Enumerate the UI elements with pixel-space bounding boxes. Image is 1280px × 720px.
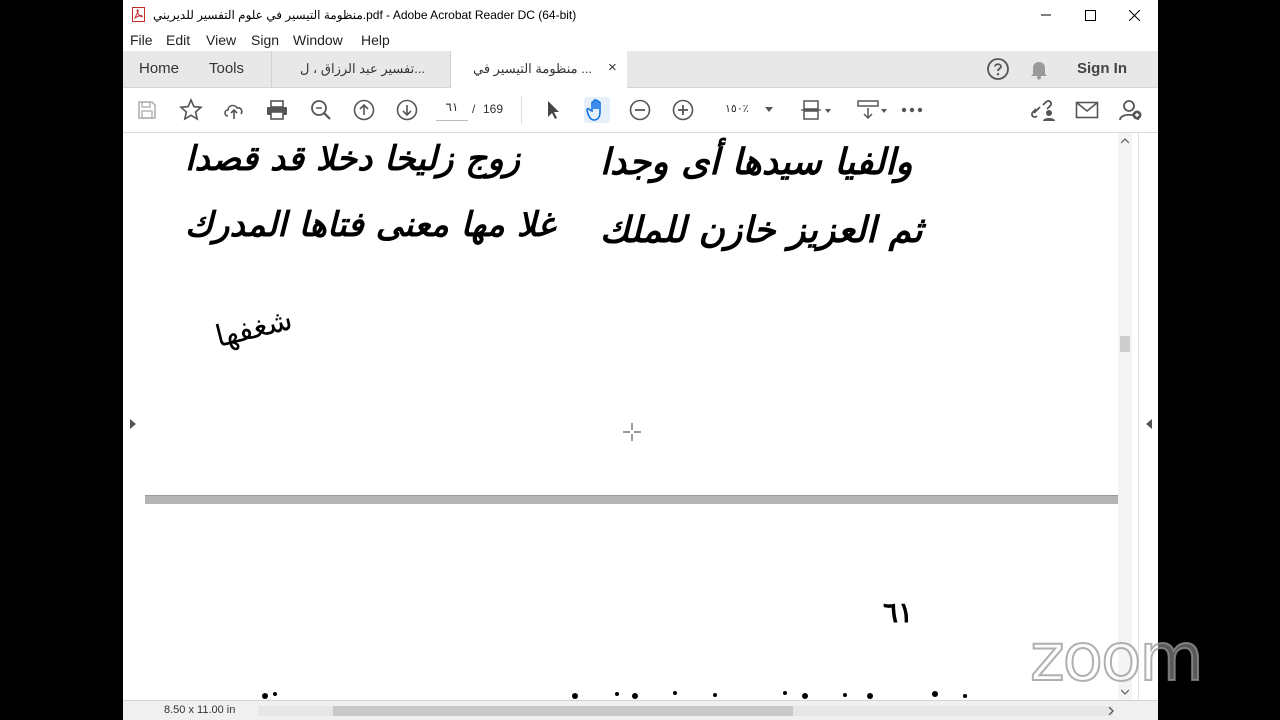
page-layout-icon [801,100,831,120]
right-panel-gutter [1138,133,1158,700]
save-icon [138,101,156,119]
title-bar: منظومة التيسير في علوم التفسير للديريني.… [123,0,1158,30]
zoom-watermark-logo: zoom [1029,619,1205,696]
email-button[interactable] [1074,97,1100,123]
menu-help[interactable]: Help [361,32,390,48]
page-layout-button[interactable] [799,97,835,123]
page-number-input[interactable]: ٦١ [436,100,468,121]
cloud-upload-icon [224,104,243,119]
link-person-icon [1031,100,1055,121]
total-pages: 169 [483,102,504,116]
printer-icon [267,100,287,120]
vertical-scroll-thumb[interactable] [1120,336,1130,352]
menu-window[interactable]: Window [293,32,343,48]
verse-line2-right: ثم العزيز خازن للملك [600,209,923,251]
tab-document-tafsir-label: تفسير عبد الرزاق ، ل... [300,61,426,76]
close-icon [1128,9,1140,21]
add-user-icon [1119,100,1142,121]
arrow-up-circle-icon [353,99,375,121]
arrow-down-circle-icon [396,99,418,121]
expand-left-panel-icon[interactable] [130,419,136,429]
more-tools-button[interactable] [899,97,925,123]
menu-file[interactable]: File [130,32,153,48]
toolbar: ٦١ / 169 ١٥٠٪ [123,88,1158,133]
sign-in-button[interactable]: Sign In [1077,60,1127,77]
zoom-level-select[interactable]: ١٥٠٪ [715,100,777,120]
next-page-text-fragment [245,684,1045,700]
tab-document-taysir-label: منظومة التيسير في ... [473,61,593,76]
verse-line1-right: والفيا سيدها أى وجدا [600,141,913,183]
menu-edit[interactable]: Edit [166,32,190,48]
scroll-up-arrow-icon[interactable] [1121,138,1129,144]
upload-button[interactable] [221,97,247,123]
menu-sign[interactable]: Sign [251,32,279,48]
verse-line1-left: زوج زليخا دخلا قد قصدا [185,139,521,179]
hand-icon [586,99,601,121]
tab-bar: Home Tools تفسير عبد الرزاق ، ل... منظوم… [123,51,1158,88]
pdf-page-next: ٦١ [145,504,1118,700]
zoom-level-value: ١٥٠٪ [725,103,749,115]
handwritten-annotation: شغفها [211,302,296,355]
expand-right-panel-icon[interactable] [1146,419,1152,429]
zoom-out-icon [629,99,651,121]
next-page-button[interactable] [394,97,420,123]
hand-tool-button[interactable] [584,97,610,123]
bookmark-button[interactable] [178,97,204,123]
more-icon [901,107,923,113]
menu-bar: File Edit View Sign Window Help [123,30,1158,51]
vertical-scrollbar[interactable] [1118,133,1132,700]
menu-view[interactable]: View [206,32,236,48]
crosshair-cursor-icon [623,423,641,441]
share-user-button[interactable] [1117,97,1143,123]
status-bar: 8.50 x 11.00 in [123,700,1158,720]
help-icon [987,58,1009,80]
notifications-button[interactable] [1028,58,1050,80]
tab-home[interactable]: Home [139,60,179,77]
print-button[interactable] [264,97,290,123]
zoom-in-button[interactable] [670,97,696,123]
document-viewport[interactable]: زوج زليخا دخلا قد قصدا والفيا سيدها أى و… [123,133,1158,720]
toolbar-divider [521,96,522,124]
chevron-down-icon [765,107,773,112]
close-tab-button[interactable]: × [608,59,617,76]
share-link-button[interactable] [1030,97,1056,123]
envelope-icon [1075,101,1099,119]
select-tool-button[interactable] [540,97,566,123]
verse-line2-left: غلا مها معنى فتاها المدرك [185,205,555,245]
tab-tools[interactable]: Tools [209,60,244,77]
scroll-mode-icon [857,100,887,120]
scroll-right-arrow-icon[interactable] [1108,707,1114,715]
zoom-out-button[interactable] [627,97,653,123]
close-window-button[interactable] [1111,0,1157,30]
page-number-marker: ٦١ [883,596,914,629]
pdf-page-current: زوج زليخا دخلا قد قصدا والفيا سيدها أى و… [145,133,1118,495]
window-title: منظومة التيسير في علوم التفسير للديريني.… [153,8,577,22]
maximize-button[interactable] [1067,0,1113,30]
bell-icon [1031,62,1047,80]
minimize-icon [1041,14,1051,16]
save-button[interactable] [134,97,160,123]
horizontal-scroll-thumb[interactable] [333,706,793,716]
star-icon [179,98,203,121]
page-separator: / [472,102,476,116]
maximize-icon [1084,9,1096,21]
pdf-file-icon [132,7,145,22]
search-icon [311,100,331,120]
help-button[interactable] [986,57,1010,81]
cursor-arrow-icon [548,101,559,119]
acrobat-window: منظومة التيسير في علوم التفسير للديريني.… [123,0,1158,720]
scrolling-mode-button[interactable] [855,97,891,123]
previous-page-button[interactable] [351,97,377,123]
zoom-in-icon [672,99,694,121]
tab-document-tafsir[interactable]: تفسير عبد الرزاق ، ل... [271,51,450,87]
find-button[interactable] [308,97,334,123]
minimize-button[interactable] [1023,0,1069,30]
left-panel-gutter [123,133,146,700]
horizontal-scrollbar[interactable] [258,706,1113,716]
page-size-label: 8.50 x 11.00 in [164,704,236,716]
tab-document-taysir[interactable]: منظومة التيسير في ... × [450,51,627,88]
